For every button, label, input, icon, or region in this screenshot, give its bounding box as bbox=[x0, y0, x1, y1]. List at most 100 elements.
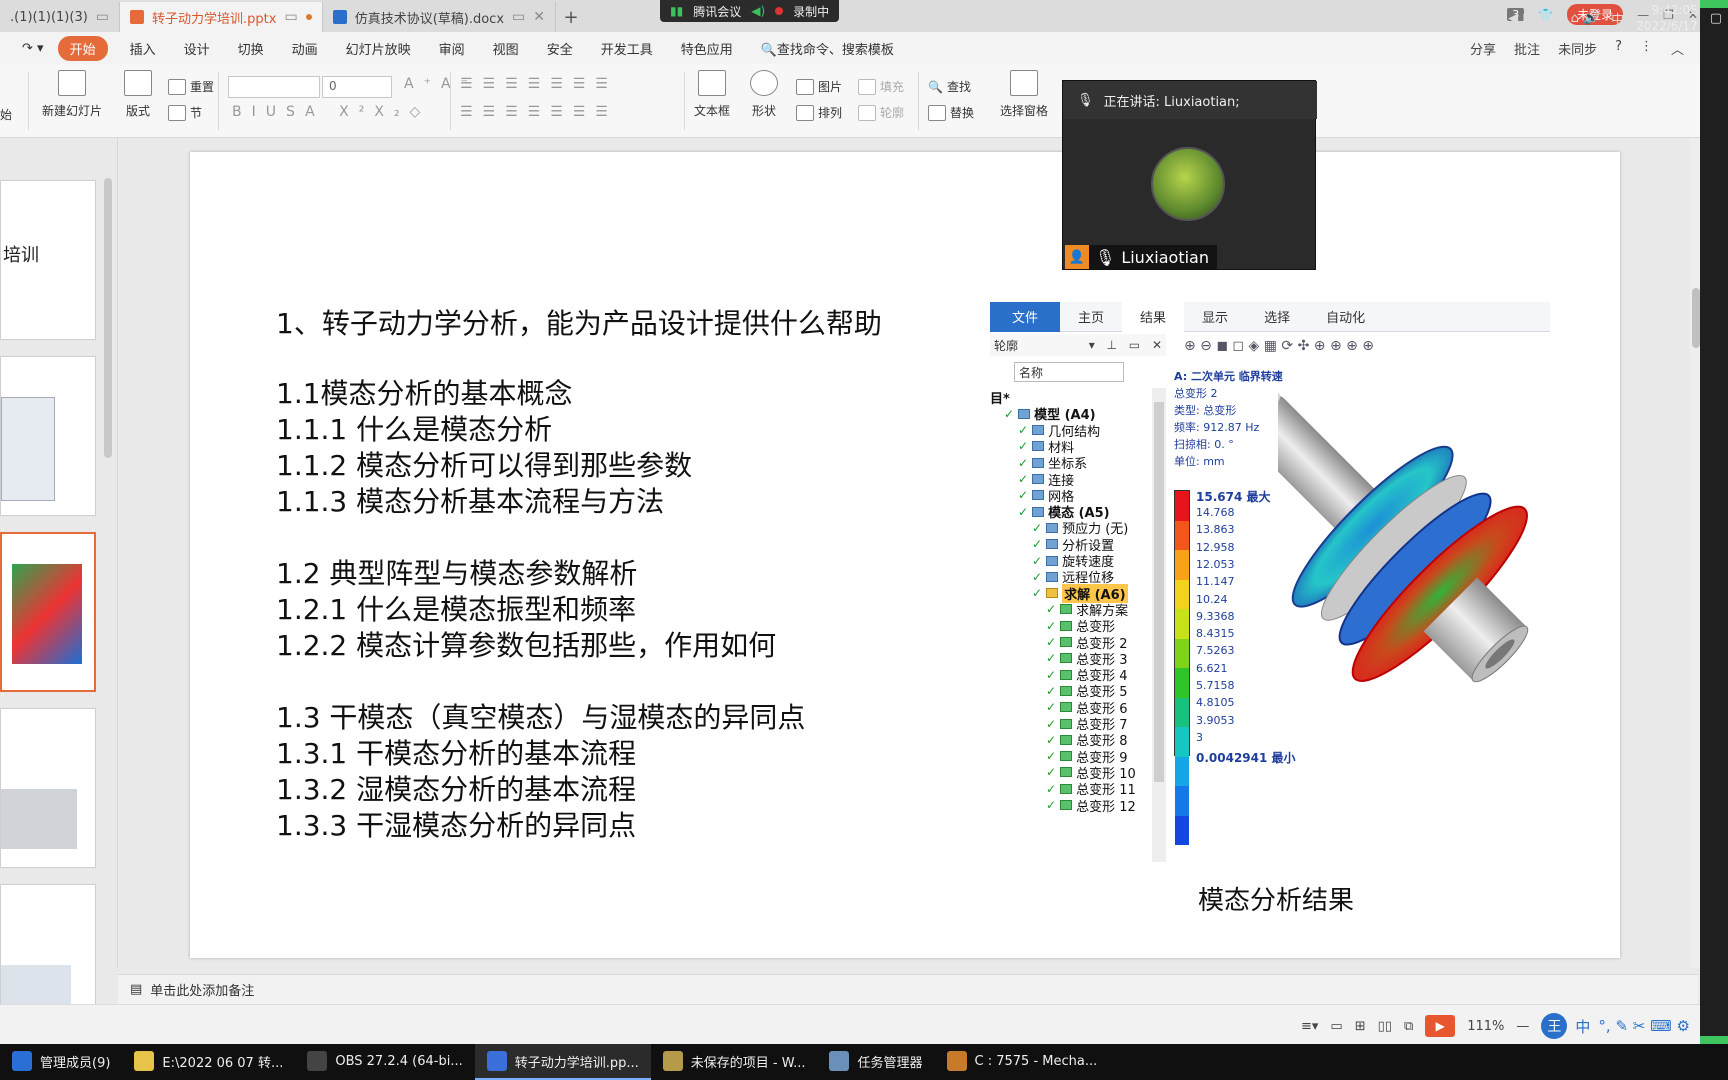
tab-pin-icon[interactable]: ▭ bbox=[284, 9, 297, 25]
select-pane-icon bbox=[1010, 70, 1038, 96]
check-icon: ✓ bbox=[1046, 798, 1057, 812]
menu-animation[interactable]: 动画 bbox=[278, 39, 332, 58]
notes-bar[interactable]: ▤ 单击此处添加备注 bbox=[118, 974, 1698, 1004]
more-icon[interactable]: ⋮ bbox=[1640, 39, 1653, 58]
menu-security[interactable]: 安全 bbox=[533, 39, 587, 58]
sim-pane-controls-icon: ▾ ⊥ ▭ ✕ bbox=[1088, 338, 1166, 352]
legend-min: 0.0042941 最小 bbox=[1196, 751, 1296, 765]
font-style-buttons[interactable]: BIUSA X²X₂◇ bbox=[232, 104, 430, 120]
tab-docx[interactable]: 仿真技术协议(草稿).docx ▭ ✕ bbox=[323, 2, 556, 32]
tab-doc-1[interactable]: .(1)(1)(1)(3) ▭ bbox=[0, 2, 121, 32]
shape-button[interactable]: 形状 bbox=[750, 70, 778, 119]
slide-thumbnail-2[interactable] bbox=[0, 356, 96, 516]
slide-thumbnail-3[interactable] bbox=[0, 532, 96, 692]
tab-close-icon[interactable]: ✕ bbox=[533, 9, 545, 25]
ime-tools-icon: °, ✎ ✂ ⌨ ⚙ bbox=[1598, 1017, 1690, 1035]
taskbar-item[interactable]: 转子动力学培训.pp... bbox=[474, 1044, 651, 1080]
zoom-level[interactable]: 111% bbox=[1467, 1019, 1504, 1034]
menu-view[interactable]: 视图 bbox=[479, 39, 533, 58]
slide-thumbnail-4[interactable] bbox=[0, 708, 96, 868]
taskbar-item[interactable]: 未保存的项目 - W... bbox=[651, 1044, 818, 1080]
slide-thumbnail-1[interactable]: 培训 bbox=[0, 180, 96, 340]
sorter-view-icon[interactable]: ⊞ bbox=[1355, 1019, 1366, 1034]
section-button[interactable]: 节 bbox=[168, 104, 202, 121]
outline-button[interactable]: 轮廓 bbox=[858, 104, 904, 121]
comment-button[interactable]: 批注 bbox=[1514, 39, 1540, 58]
taskbar-item[interactable]: OBS 27.2.4 (64-bi... bbox=[295, 1044, 474, 1080]
presenter-view-icon[interactable]: ⧉ bbox=[1404, 1019, 1413, 1034]
menu-insert[interactable]: 插入 bbox=[116, 39, 170, 58]
menu-transition[interactable]: 切换 bbox=[224, 39, 278, 58]
find-label: 查找 bbox=[946, 80, 971, 94]
help-icon[interactable]: ? bbox=[1615, 39, 1622, 58]
notification-icon[interactable]: ▢ bbox=[1710, 11, 1722, 26]
taskbar-item[interactable]: E:\2022 06 07 转... bbox=[122, 1044, 295, 1080]
select-pane-button[interactable]: 选择窗格 bbox=[1000, 70, 1048, 119]
clock[interactable]: 9:42:05 2022/6/17 bbox=[1636, 2, 1698, 34]
legend-color-band bbox=[1175, 668, 1189, 698]
font-size-select[interactable]: 0 bbox=[322, 76, 392, 98]
meeting-video-window[interactable]: 🎙 正在讲话: Liuxiaotian; 👤 🎙 Liuxiaotian bbox=[1062, 80, 1317, 270]
legend-color-band bbox=[1175, 786, 1189, 816]
paragraph-buttons-bottom[interactable]: ☰☰☰☰☰☰☰ bbox=[460, 104, 618, 120]
new-tab-button[interactable]: + bbox=[556, 2, 586, 32]
new-slide-button[interactable]: 新建幻灯片 bbox=[42, 70, 102, 119]
menu-features[interactable]: 特色应用 bbox=[667, 39, 747, 58]
taskbar-item[interactable]: 管理成员(9) bbox=[0, 1044, 122, 1080]
tray-ime[interactable]: 中 bbox=[1611, 9, 1624, 28]
play-slideshow-button[interactable]: ▶ bbox=[1425, 1015, 1456, 1037]
check-icon: ✓ bbox=[1018, 472, 1029, 486]
font-name-select[interactable] bbox=[228, 76, 320, 98]
speaking-label: 正在讲话: Liuxiaotian; bbox=[1103, 94, 1240, 110]
tab-pptx[interactable]: 转子动力学培训.pptx ▭ bbox=[120, 2, 323, 32]
meeting-indicator[interactable]: ▮▮ 腾讯会议 ◀) 录制中 bbox=[660, 0, 840, 22]
notes-toggle-icon[interactable]: ≡▾ bbox=[1301, 1019, 1318, 1034]
replace-button[interactable]: 替换 bbox=[928, 104, 974, 121]
picture-icon bbox=[796, 78, 814, 95]
check-icon: ✓ bbox=[1032, 586, 1043, 601]
input-method-toolbar[interactable]: 王 中 °, ✎ ✂ ⌨ ⚙ bbox=[1541, 1013, 1690, 1039]
taskbar-item[interactable]: C : 7575 - Mecha... bbox=[935, 1044, 1110, 1080]
legend-color-band bbox=[1175, 727, 1189, 757]
menu-review[interactable]: 审阅 bbox=[425, 39, 479, 58]
tab-pin-icon[interactable]: ▭ bbox=[96, 9, 109, 25]
reset-button[interactable]: 重置 bbox=[168, 78, 214, 95]
find-button[interactable]: 🔍 查找 bbox=[928, 78, 971, 95]
check-icon: ✓ bbox=[1018, 423, 1029, 438]
check-icon: ✓ bbox=[1046, 700, 1057, 715]
find-icon: 🔍 bbox=[928, 79, 943, 94]
menu-design[interactable]: 设计 bbox=[170, 39, 224, 58]
paragraph-buttons-top[interactable]: ☰☰☰☰☰☰☰ bbox=[460, 76, 618, 92]
textbox-button[interactable]: 文本框 bbox=[694, 70, 730, 119]
redo-icon[interactable]: ↷ ▾ bbox=[8, 41, 58, 56]
reading-view-icon[interactable]: ▯▯ bbox=[1378, 1019, 1392, 1034]
collapse-ribbon-icon[interactable]: ︿ bbox=[1671, 39, 1684, 58]
normal-view-icon[interactable]: ▭ bbox=[1330, 1019, 1342, 1034]
taskbar-item-label: E:\2022 06 07 转... bbox=[162, 1055, 284, 1071]
tab-pin-icon[interactable]: ▭ bbox=[512, 9, 525, 25]
check-icon: ✓ bbox=[1046, 683, 1057, 698]
taskbar-item[interactable]: 任务管理器 bbox=[817, 1044, 934, 1080]
thumbnail-title: 培训 bbox=[3, 245, 39, 266]
search-command[interactable]: 🔍查找命令、搜索模板 bbox=[747, 39, 908, 58]
record-dot-icon bbox=[775, 7, 784, 15]
menu-slideshow[interactable]: 幻灯片放映 bbox=[332, 39, 425, 58]
menu-start[interactable]: 开始 bbox=[57, 35, 108, 61]
embedded-simulation-screenshot[interactable]: 文件 主页 结果 显示 选择 自动化 轮廓 ▾ ⊥ ▭ ✕ 名称 目* ✓ 模型 (… bbox=[990, 301, 1550, 875]
menu-developer[interactable]: 开发工具 bbox=[587, 39, 667, 58]
share-button[interactable]: 分享 bbox=[1470, 39, 1496, 58]
layout-button[interactable]: 版式 bbox=[124, 70, 152, 119]
slide-canvas[interactable]: 1、转子动力学分析，能为产品设计提供什么帮助 1.1模态分析的基本概念 1.1.… bbox=[190, 152, 1620, 958]
zoom-out-icon[interactable]: — bbox=[1516, 1019, 1529, 1034]
tray-icons[interactable]: ☁ ⛨ ◐ ▣ ◀ ▤ ▯ 🎙 ⌂ 🔊 bbox=[1445, 11, 1599, 26]
thumbnail-scrollbar[interactable] bbox=[104, 178, 112, 458]
arrange-button[interactable]: 排列 bbox=[796, 104, 842, 121]
start-slideshow-button[interactable]: 始 bbox=[0, 106, 12, 123]
sim-result-info: A: 二次单元 临界转速 总变形 2 类型: 总变形 频率: 912.87 Hz… bbox=[1174, 368, 1283, 470]
picture-button[interactable]: 图片 bbox=[796, 78, 842, 95]
fill-button[interactable]: 填充 bbox=[858, 78, 904, 95]
tree-node-icon bbox=[1060, 783, 1073, 794]
screen-share-border bbox=[1700, 0, 1728, 1044]
sync-button[interactable]: 未同步 bbox=[1558, 39, 1597, 58]
new-slide-label: 新建幻灯片 bbox=[42, 104, 103, 118]
